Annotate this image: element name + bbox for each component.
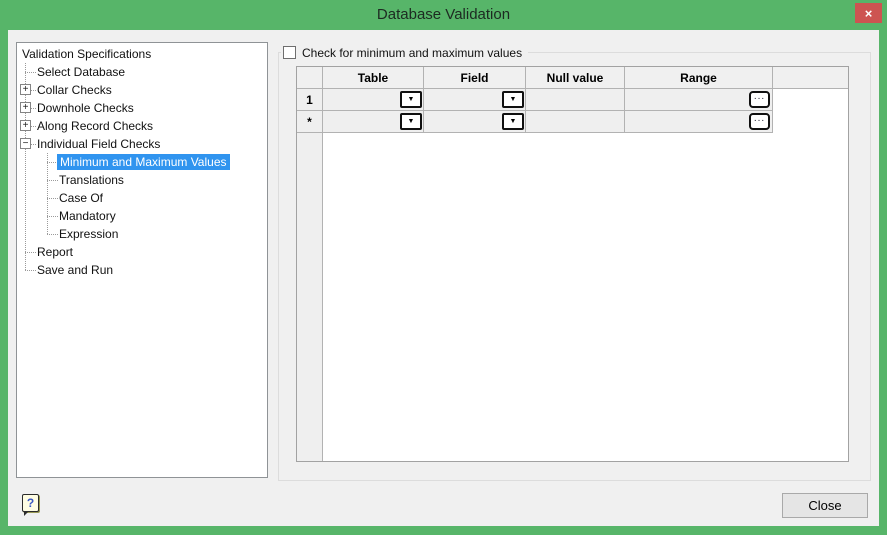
tree-item-report[interactable]: Report [17, 243, 267, 261]
close-button[interactable]: × [855, 3, 882, 23]
table-dropdown-button[interactable]: ▼ [400, 91, 422, 108]
tree-item-collar-checks[interactable]: + Collar Checks [17, 81, 267, 99]
row-header: * [297, 111, 323, 133]
tree-item-case-of[interactable]: Case Of [17, 189, 267, 207]
dropdown-arrow-icon: ▼ [509, 96, 517, 103]
dropdown-arrow-icon: ▼ [407, 118, 415, 125]
table-cell[interactable]: ▼ [323, 111, 424, 133]
dialog-window: Database Validation × Validation Specifi… [0, 0, 887, 535]
column-header-table: Table [323, 67, 424, 89]
null-value-cell[interactable] [526, 111, 625, 133]
close-icon: × [864, 5, 873, 21]
dropdown-arrow-icon: ▼ [509, 118, 517, 125]
grid-header-row: Table Field Null value Range [297, 67, 848, 89]
column-header-null-value: Null value [526, 67, 625, 89]
dialog-client-area: Validation Specifications Select Databas… [8, 30, 879, 526]
minmax-grid: Table Field Null value Range 1 ▼ ▼ ... *… [296, 66, 849, 462]
question-mark-glyph: ? [26, 496, 35, 510]
dialog-title: Database Validation [376, 6, 511, 23]
tree-item-along-record-checks[interactable]: + Along Record Checks [17, 117, 267, 135]
null-value-cell[interactable] [526, 89, 625, 111]
header-filler [773, 67, 848, 89]
range-cell[interactable]: ... [625, 89, 773, 111]
expand-plus-icon[interactable]: + [20, 120, 31, 131]
help-icon[interactable]: ? [22, 494, 39, 516]
titlebar: Database Validation × [0, 0, 887, 30]
collapse-minus-icon[interactable]: − [20, 138, 31, 149]
tree-item-translations[interactable]: Translations [17, 171, 267, 189]
tree-item-individual-field-checks[interactable]: − Individual Field Checks [17, 135, 267, 153]
minmax-checkbox-row: Check for minimum and maximum values [281, 45, 529, 60]
ellipsis-icon: ... [753, 113, 766, 124]
grid-rowheader-strip [297, 133, 323, 461]
range-ellipsis-button[interactable]: ... [749, 113, 770, 130]
range-cell[interactable]: ... [625, 111, 773, 133]
field-cell[interactable]: ▼ [424, 89, 526, 111]
field-cell[interactable]: ▼ [424, 111, 526, 133]
ellipsis-icon: ... [753, 91, 766, 102]
column-header-field: Field [424, 67, 526, 89]
expand-plus-icon[interactable]: + [20, 84, 31, 95]
minmax-checkbox[interactable] [283, 46, 296, 59]
grid-corner-cell [297, 67, 323, 89]
field-dropdown-button[interactable]: ▼ [502, 113, 524, 130]
tree-item-expression[interactable]: Expression [17, 225, 267, 243]
close-dialog-button[interactable]: Close [782, 493, 868, 518]
selected-tree-item-label: Minimum and Maximum Values [57, 154, 230, 170]
table-dropdown-button[interactable]: ▼ [400, 113, 422, 130]
dropdown-arrow-icon: ▼ [407, 96, 415, 103]
validation-tree-panel: Validation Specifications Select Databas… [16, 42, 268, 478]
tree-item-validation-specifications[interactable]: Validation Specifications [17, 45, 267, 63]
tree-item-downhole-checks[interactable]: + Downhole Checks [17, 99, 267, 117]
tree-item-save-and-run[interactable]: Save and Run [17, 261, 267, 279]
tree-item-select-database[interactable]: Select Database [17, 63, 267, 81]
column-header-range: Range [625, 67, 773, 89]
range-ellipsis-button[interactable]: ... [749, 91, 770, 108]
minmax-checkbox-label[interactable]: Check for minimum and maximum values [302, 46, 522, 60]
grid-row-new: * ▼ ▼ ... [297, 111, 848, 133]
expand-plus-icon[interactable]: + [20, 102, 31, 113]
table-cell[interactable]: ▼ [323, 89, 424, 111]
row-header: 1 [297, 89, 323, 111]
grid-row-1: 1 ▼ ▼ ... [297, 89, 848, 111]
tree-item-mandatory[interactable]: Mandatory [17, 207, 267, 225]
field-dropdown-button[interactable]: ▼ [502, 91, 524, 108]
tree-item-minimum-and-maximum-values[interactable]: Minimum and Maximum Values [17, 153, 267, 171]
